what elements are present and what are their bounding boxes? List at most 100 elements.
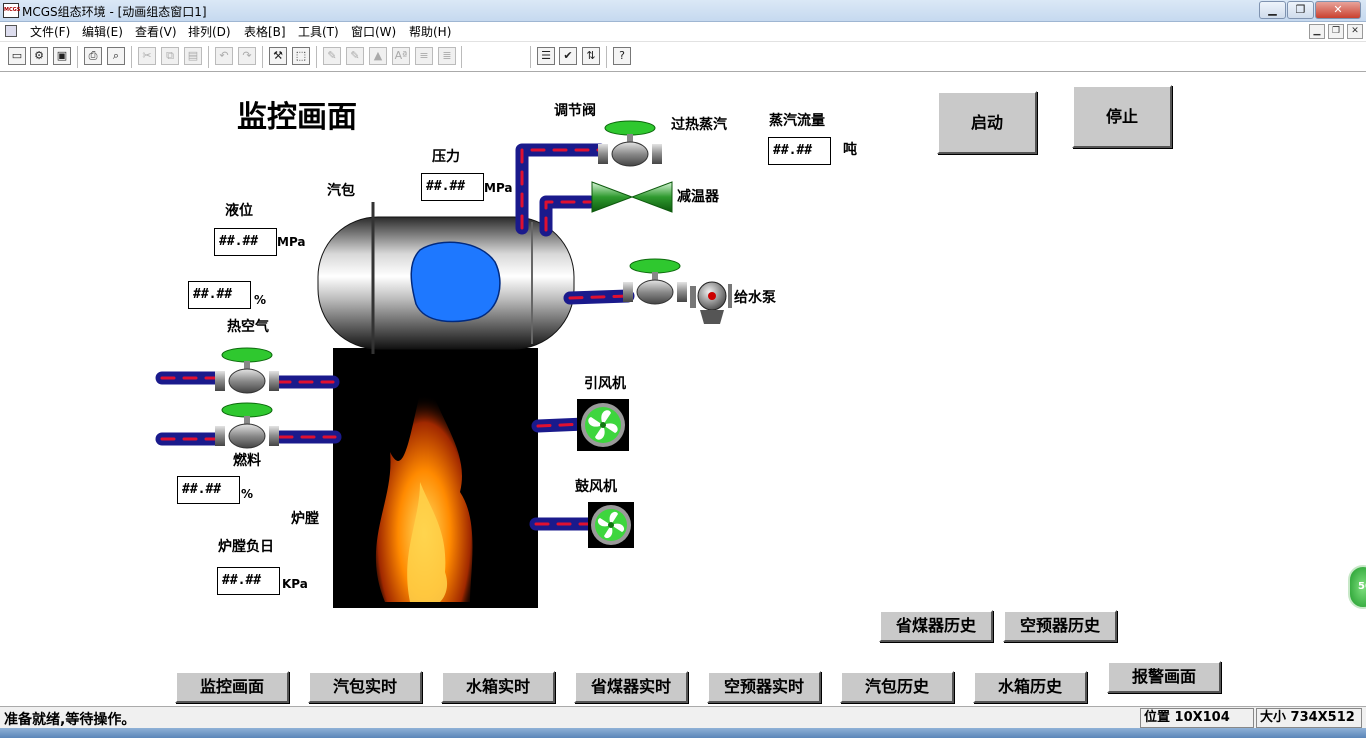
label-superheated-steam: 过热蒸汽 [671, 117, 727, 133]
label-pressure: 压力 [432, 149, 460, 165]
maximize-icon[interactable]: ❐ [1287, 1, 1314, 19]
toolbar-line-1-icon[interactable]: ≡ [415, 47, 433, 65]
process-diagram [155, 120, 732, 608]
toolbar-help-icon[interactable]: ? [613, 47, 631, 65]
economizer-history-button[interactable]: 省煤器历史 [879, 610, 993, 642]
toolbar-separator [606, 46, 607, 68]
menu-table[interactable]: 表格[B] [244, 24, 286, 40]
furnace-pressure-unit: KPa [282, 577, 308, 591]
animation-canvas: 监控画面 汽包 压力 液位 热空气 燃料 炉膛 炉膛负日 调节阀 过热蒸汽 蒸汽… [0, 72, 1366, 706]
menu-edit[interactable]: 编辑(E) [82, 24, 123, 40]
stop-button[interactable]: 停止 [1072, 85, 1172, 148]
label-control-valve: 调节阀 [554, 103, 596, 119]
start-button[interactable]: 启动 [937, 91, 1037, 154]
toolbar-save-icon[interactable]: ▣ [53, 47, 71, 65]
close-icon[interactable]: ✕ [1315, 1, 1361, 19]
toolbar-copy-icon[interactable]: ⧉ [161, 47, 179, 65]
toolbar-separator [77, 46, 78, 68]
toolbar-sort-icon[interactable]: ⇅ [582, 47, 600, 65]
hot-air-valve-icon[interactable] [215, 347, 279, 394]
steam-flow-unit: 吨 [843, 142, 857, 158]
status-position: 位置 10X104 [1140, 708, 1254, 728]
menu-arrange[interactable]: 排列(D) [188, 24, 231, 40]
nav-drum-realtime-button[interactable]: 汽包实时 [308, 671, 422, 703]
nav-monitor-button[interactable]: 监控画面 [175, 671, 289, 703]
toolbar-separator [208, 46, 209, 68]
toolbar-check-icon[interactable]: ✔ [559, 47, 577, 65]
document-icon[interactable] [5, 25, 17, 37]
toolbar-toolbox-icon[interactable]: ⚒ [269, 47, 287, 65]
induced-fan-icon[interactable] [577, 399, 629, 451]
menu-view[interactable]: 查看(V) [135, 24, 177, 40]
toolbar-paste-icon[interactable]: ▤ [184, 47, 202, 65]
toolbar-edit-element-icon[interactable]: ⬚ [292, 47, 310, 65]
label-drum: 汽包 [327, 183, 355, 199]
toolbar-print-icon[interactable]: ⎙ [84, 47, 102, 65]
drum-pressure-unit: MPa [277, 235, 306, 249]
app-icon[interactable]: MCGS [3, 3, 20, 18]
toolbar-components-icon[interactable]: ⚙ [30, 47, 48, 65]
pressure-unit: MPa [484, 181, 513, 195]
toolbar-line-2-icon[interactable]: ≣ [438, 47, 456, 65]
window-title: MCGS组态环境 - [动画组态窗口1] [22, 5, 207, 19]
label-forced-fan: 鼓风机 [575, 479, 617, 495]
status-message: 准备就绪,等待操作。 [4, 712, 136, 728]
menu-help[interactable]: 帮助(H) [409, 24, 451, 40]
status-size: 大小 734X512 [1256, 708, 1362, 728]
fuel-valve-icon[interactable] [215, 402, 279, 449]
label-steam-flow: 蒸汽流量 [769, 113, 825, 129]
toolbar-align-2-icon[interactable]: ✎ [346, 47, 364, 65]
toolbar-align-1-icon[interactable]: ✎ [323, 47, 341, 65]
nav-economizer-realtime-button[interactable]: 省煤器实时 [574, 671, 688, 703]
label-furnace: 炉膛 [291, 511, 319, 527]
toolbar-separator [461, 46, 462, 68]
label-level: 液位 [225, 203, 253, 219]
mdi-restore-icon[interactable]: ❐ [1328, 24, 1344, 39]
nav-alarm-button[interactable]: 报警画面 [1107, 661, 1221, 693]
taskbar-strip [0, 728, 1366, 738]
floating-widget[interactable]: 50 [1348, 565, 1366, 609]
desuperheater-valve-icon[interactable] [591, 181, 673, 213]
fuel-unit: % [241, 487, 254, 501]
mdi-minimize-icon[interactable]: ▁ [1309, 24, 1325, 39]
nav-tank-realtime-button[interactable]: 水箱实时 [441, 671, 555, 703]
feedwater-valve-icon[interactable] [623, 258, 687, 305]
control-valve-icon[interactable] [598, 120, 662, 167]
label-desuperheater: 减温器 [677, 189, 719, 205]
nav-drum-history-button[interactable]: 汽包历史 [840, 671, 954, 703]
toolbar-properties-icon[interactable]: ☰ [537, 47, 555, 65]
label-induced-fan: 引风机 [584, 376, 626, 392]
steam-flow-display: ##.## [768, 137, 831, 165]
menu-bar: 文件(F) 编辑(E) 查看(V) 排列(D) 表格[B] 工具(T) 窗口(W… [0, 22, 1366, 42]
nav-tank-history-button[interactable]: 水箱历史 [973, 671, 1087, 703]
title-bar: MCGS MCGS组态环境 - [动画组态窗口1] ▁ ❐ ✕ [0, 0, 1366, 22]
drum-pressure-display: ##.## [214, 228, 277, 256]
toolbar-cut-icon[interactable]: ✂ [138, 47, 156, 65]
toolbar-separator [262, 46, 263, 68]
pressure-display: ##.## [421, 173, 484, 201]
forced-fan-icon[interactable] [588, 502, 634, 548]
toolbar-print-preview-icon[interactable]: ⌕ [107, 47, 125, 65]
menu-tools[interactable]: 工具(T) [298, 24, 339, 40]
menu-file[interactable]: 文件(F) [30, 24, 70, 40]
label-hot-air: 热空气 [227, 319, 269, 335]
toolbar-undo-icon[interactable]: ↶ [215, 47, 233, 65]
label-feed-pump: 给水泵 [734, 290, 776, 306]
toolbar-new-window-icon[interactable]: ▭ [8, 47, 26, 65]
minimize-icon[interactable]: ▁ [1259, 1, 1286, 19]
toolbar-redo-icon[interactable]: ↷ [238, 47, 256, 65]
mdi-close-icon[interactable]: ✕ [1347, 24, 1363, 39]
toolbar-font-icon[interactable]: Aª [392, 47, 410, 65]
label-fuel: 燃料 [233, 453, 261, 469]
toolbar-separator [530, 46, 531, 68]
steam-drum [317, 202, 575, 354]
toolbar-align-3-icon[interactable]: ▲ [369, 47, 387, 65]
nav-air-preheater-realtime-button[interactable]: 空预器实时 [707, 671, 821, 703]
page-title: 监控画面 [237, 100, 357, 135]
toolbar-separator [131, 46, 132, 68]
toolbar-separator [316, 46, 317, 68]
feed-pump-icon[interactable] [690, 281, 732, 324]
air-preheater-history-button[interactable]: 空预器历史 [1003, 610, 1117, 642]
menu-window[interactable]: 窗口(W) [351, 24, 396, 40]
level-display: ##.## [188, 281, 251, 309]
